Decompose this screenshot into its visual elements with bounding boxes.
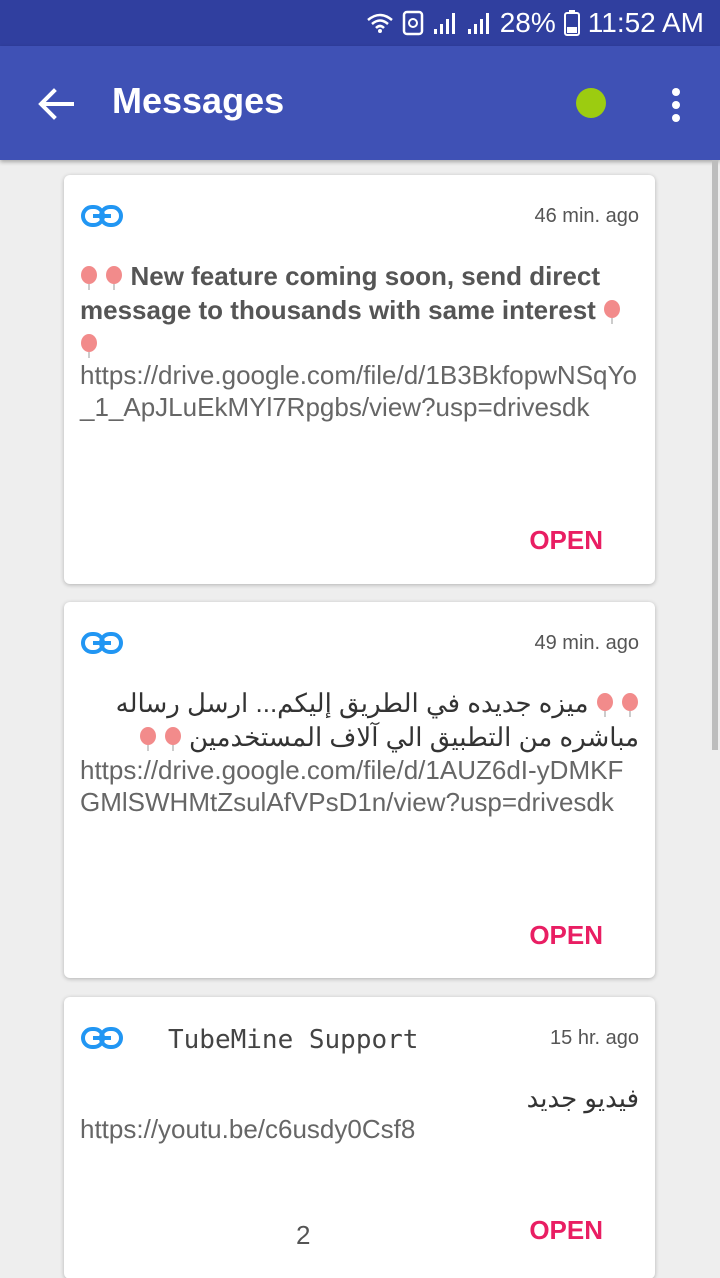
page-number: 2 xyxy=(296,1220,311,1250)
message-title: فيديو جديد xyxy=(80,1081,639,1115)
message-list[interactable]: 46 min. ago New feature coming soon, sen… xyxy=(0,160,720,1278)
message-title-text: New feature coming soon, send direct mes… xyxy=(80,261,601,325)
open-button[interactable]: OPEN xyxy=(529,1215,603,1246)
sync-icon xyxy=(402,10,423,36)
balloon-icon xyxy=(596,693,613,718)
online-status-indicator xyxy=(576,88,606,118)
status-icons: 28% 11:52 AM xyxy=(366,0,704,46)
balloon-icon xyxy=(81,334,97,359)
message-title: New feature coming soon, send direct mes… xyxy=(80,259,639,361)
message-card[interactable]: TubeMine Support 15 hr. ago فيديو جديد h… xyxy=(64,997,655,1278)
message-sender: TubeMine Support xyxy=(168,1025,419,1055)
message-time: 15 hr. ago xyxy=(550,1027,639,1049)
link-icon xyxy=(81,632,123,654)
message-link[interactable]: https://youtu.be/c6usdy0Csf8 xyxy=(80,1113,643,1145)
message-card[interactable]: 49 min. ago ميزه جديده في الطريق إليكم..… xyxy=(64,602,655,978)
page-title: Messages xyxy=(112,80,285,121)
message-title: ميزه جديده في الطريق إليكم... ارسل رساله… xyxy=(80,686,639,754)
balloon-icon xyxy=(604,300,621,325)
message-time: 49 min. ago xyxy=(534,632,639,654)
app-bar: Messages xyxy=(0,46,720,160)
balloon-icon xyxy=(622,693,638,718)
signal-icon xyxy=(467,13,489,34)
overflow-menu-button[interactable] xyxy=(654,80,698,130)
message-title-text: فيديو جديد xyxy=(526,1083,639,1113)
status-bar: 28% 11:52 AM xyxy=(0,0,720,46)
link-icon xyxy=(81,205,123,227)
arrow-left-icon xyxy=(38,88,74,120)
balloon-icon xyxy=(139,727,156,752)
open-button[interactable]: OPEN xyxy=(529,525,603,556)
clock: 11:52 AM xyxy=(587,7,704,38)
signal-icon xyxy=(433,13,455,34)
open-button[interactable]: OPEN xyxy=(529,920,603,951)
balloon-icon xyxy=(106,266,123,291)
message-title-text: ميزه جديده في الطريق إليكم... ارسل رساله… xyxy=(115,688,639,752)
scrollbar[interactable] xyxy=(712,160,718,750)
balloon-icon xyxy=(81,266,97,291)
wifi-icon xyxy=(366,13,393,33)
back-button[interactable] xyxy=(28,76,84,132)
battery-percent: 28% xyxy=(499,7,556,38)
link-icon xyxy=(81,1027,123,1049)
message-time: 46 min. ago xyxy=(534,205,639,227)
message-link[interactable]: https://drive.google.com/file/d/1AUZ6dI-… xyxy=(80,754,643,818)
message-card[interactable]: 46 min. ago New feature coming soon, sen… xyxy=(64,175,655,584)
message-link[interactable]: https://drive.google.com/file/d/1B3Bkfop… xyxy=(80,359,643,423)
battery-icon xyxy=(563,10,580,36)
balloon-icon xyxy=(164,727,181,752)
more-vert-icon xyxy=(672,88,680,122)
